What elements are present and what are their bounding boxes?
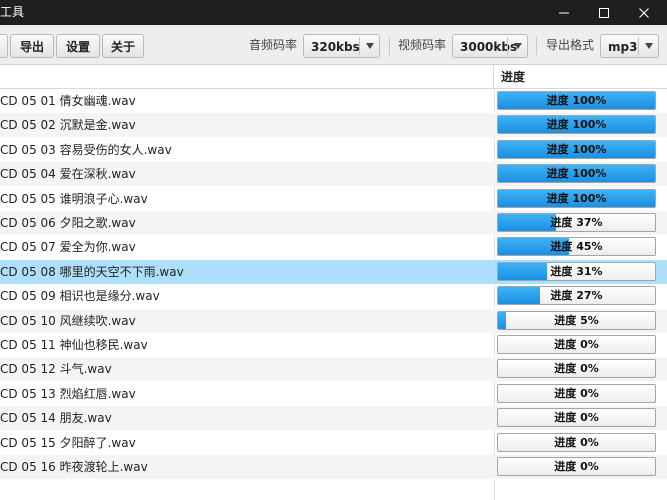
- video-bitrate-value: 3000kbs: [460, 40, 518, 54]
- progress-text: 进度 0%: [554, 338, 599, 351]
- progress-bar: 进度 0%: [497, 383, 656, 403]
- progress-bar: 进度 45%: [497, 237, 656, 257]
- progress-bar: 进度 0%: [497, 432, 656, 452]
- progress-bar: 进度 37%: [497, 213, 656, 232]
- file-name: CD 05 01 倩女幽魂.wav: [0, 94, 136, 108]
- file-name: CD 05 10 风继续吹.wav: [0, 313, 136, 328]
- progress-text: 进度 0%: [554, 435, 599, 449]
- audio-bitrate-select[interactable]: 320kbs: [303, 34, 380, 58]
- file-name: CD 05 14 朋友.wav: [0, 411, 112, 426]
- export-button[interactable]: 导出: [10, 34, 54, 58]
- toolbar-separator: [389, 37, 390, 55]
- minimize-icon: [559, 12, 569, 13]
- table-row[interactable]: CD 05 13 烈焰红唇.wav 进度 0%: [0, 382, 667, 406]
- table-row[interactable]: CD 05 05 谁明浪子心.wav 进度 100%: [0, 187, 667, 211]
- file-name: CD 05 04 爱在深秋.wav: [0, 167, 136, 182]
- table-row[interactable]: CD 05 02 沉默是金.wav 进度 100%: [0, 113, 667, 138]
- maximize-icon: [599, 7, 609, 18]
- file-table: 进度 CD 05 01 倩女幽魂.wav 进度 100% CD 05 02 沉默是金…: [0, 65, 667, 500]
- window-title: 工具: [0, 5, 25, 19]
- settings-button[interactable]: 设置: [56, 34, 100, 58]
- progress-text: 进度 37%: [550, 216, 603, 229]
- table-row[interactable]: CD 05 06 夕阳之歌.wav 进度 37%: [0, 211, 667, 235]
- export-format-select[interactable]: mp3: [600, 34, 659, 58]
- progress-bar: 进度 0%: [497, 457, 656, 476]
- progress-text: 进度 0%: [554, 362, 599, 376]
- file-name: CD 05 02 沉默是金.wav: [0, 118, 136, 133]
- chevron-down-icon: [514, 43, 522, 49]
- audio-bitrate-value: 320kbs: [311, 40, 360, 54]
- audio-bitrate-label: 音频码率: [249, 38, 298, 52]
- table-row[interactable]: CD 05 01 倩女幽魂.wav 进度 100%: [0, 89, 667, 113]
- progress-bar: 进度 27%: [497, 286, 656, 306]
- file-name: CD 05 07 爱全为你.wav: [0, 240, 136, 255]
- progress-text: 进度 100%: [546, 142, 607, 156]
- close-button[interactable]: [624, 0, 664, 25]
- toolbar: 导出 设置 关于 音频码率 320kbs 视频码率 3000kbs 导出格式 m…: [0, 25, 667, 65]
- table-row[interactable]: CD 05 04 爱在深秋.wav 进度 100%: [0, 162, 667, 187]
- file-name: CD 05 05 谁明浪子心.wav: [0, 191, 148, 206]
- video-bitrate-label: 视频码率: [398, 38, 447, 52]
- progress-text: 进度 100%: [546, 94, 607, 107]
- column-header-progress[interactable]: 进度: [501, 69, 525, 85]
- table-row[interactable]: CD 05 11 神仙也移民.wav 进度 0%: [0, 333, 667, 357]
- table-row[interactable]: CD 05 09 相识也是缘分.wav 进度 27%: [0, 284, 667, 308]
- progress-text: 进度 27%: [550, 289, 603, 303]
- table-row[interactable]: CD 05 10 风继续吹.wav 进度 5%: [0, 308, 667, 333]
- file-name: CD 05 11 神仙也移民.wav: [0, 338, 148, 352]
- progress-bar: 进度 0%: [497, 335, 656, 354]
- minimize-button[interactable]: [544, 0, 584, 25]
- column-header-name[interactable]: [0, 65, 494, 88]
- file-name: CD 05 06 夕阳之歌.wav: [0, 216, 136, 230]
- toolbar-separator: [536, 37, 537, 55]
- table-row[interactable]: CD 05 14 朋友.wav 进度 0%: [0, 406, 667, 431]
- file-name: CD 05 09 相识也是缘分.wav: [0, 289, 160, 304]
- chevron-down-icon: [366, 43, 374, 49]
- progress-text: 进度 0%: [554, 460, 599, 473]
- toolbar-button-partial[interactable]: [0, 34, 8, 58]
- progress-text: 进度 100%: [546, 167, 607, 181]
- progress-bar: 进度 31%: [497, 261, 656, 281]
- video-bitrate-select[interactable]: 3000kbs: [452, 34, 528, 58]
- table-row[interactable]: CD 05 03 容易受伤的女人.wav 进度 100%: [0, 138, 667, 162]
- close-icon: [639, 7, 649, 18]
- table-row[interactable]: CD 05 12 斗气.wav 进度 0%: [0, 357, 667, 382]
- maximize-button[interactable]: [584, 0, 624, 25]
- file-name: CD 05 15 夕阳醉了.wav: [0, 435, 136, 450]
- export-format-value: mp3: [608, 40, 638, 54]
- file-name: CD 05 08 哪里的天空不下雨.wav: [0, 264, 184, 279]
- progress-bar: 进度 5%: [497, 310, 656, 330]
- progress-bar: 进度 100%: [497, 164, 656, 184]
- table-row[interactable]: CD 05 07 爱全为你.wav 进度 45%: [0, 235, 667, 259]
- progress-bar: 进度 100%: [497, 188, 656, 208]
- progress-bar: 进度 0%: [497, 359, 656, 379]
- file-name: CD 05 16 昨夜渡轮上.wav: [0, 460, 148, 474]
- progress-text: 进度 5%: [554, 313, 599, 327]
- table-row[interactable]: CD 05 08 哪里的天空不下雨.wav 进度 31%: [0, 259, 667, 284]
- progress-text: 进度 0%: [554, 386, 599, 400]
- title-bar: 工具: [0, 0, 667, 25]
- file-name: CD 05 13 烈焰红唇.wav: [0, 386, 136, 401]
- table-row[interactable]: CD 05 16 昨夜渡轮上.wav 进度 0%: [0, 455, 667, 479]
- progress-bar: 进度 100%: [497, 139, 656, 159]
- progress-text: 进度 31%: [550, 264, 603, 278]
- combo-divider: [638, 37, 639, 55]
- progress-text: 进度 0%: [554, 411, 599, 425]
- combo-divider: [359, 37, 360, 55]
- table-row[interactable]: CD 05 15 夕阳醉了.wav 进度 0%: [0, 431, 667, 455]
- file-name: CD 05 03 容易受伤的女人.wav: [0, 142, 172, 157]
- progress-text: 进度 100%: [546, 118, 607, 132]
- combo-divider: [507, 37, 508, 55]
- progress-bar: 进度 0%: [497, 408, 656, 428]
- progress-bar: 进度 100%: [497, 115, 656, 135]
- progress-bar: 进度 100%: [497, 91, 656, 110]
- progress-text: 进度 45%: [550, 240, 603, 254]
- progress-text: 进度 100%: [546, 191, 607, 205]
- about-button[interactable]: 关于: [102, 34, 144, 58]
- chevron-down-icon: [645, 43, 653, 49]
- file-name: CD 05 12 斗气.wav: [0, 362, 112, 377]
- table-header: 进度: [0, 65, 667, 89]
- export-format-label: 导出格式: [546, 38, 595, 52]
